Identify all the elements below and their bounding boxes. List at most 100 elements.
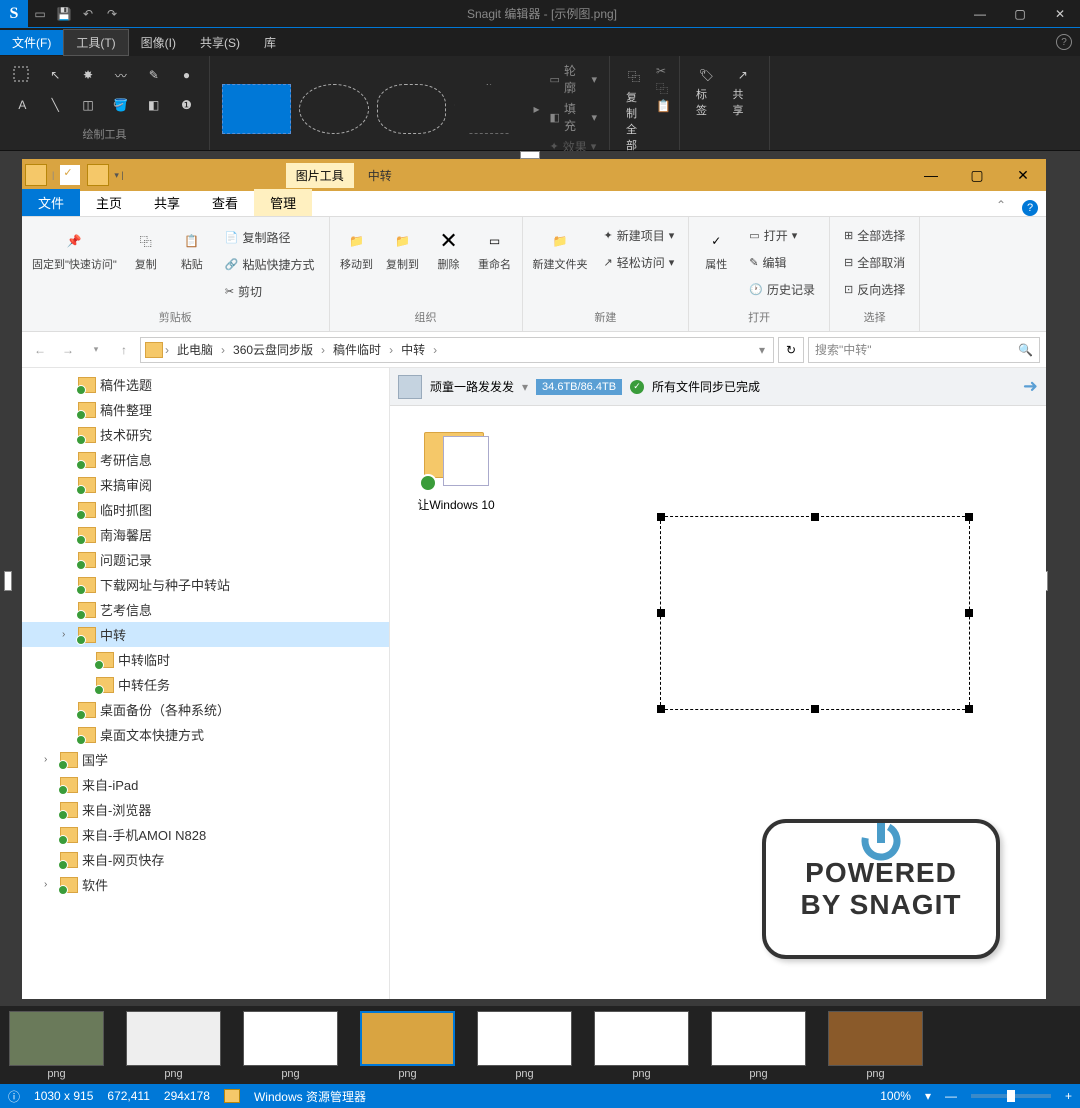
qat-undo-icon[interactable]: ↶ bbox=[79, 5, 97, 23]
ribbon-delete[interactable]: ✕删除 bbox=[426, 221, 472, 307]
copy-icon2[interactable]: ⿻ bbox=[656, 80, 671, 97]
tree-item[interactable]: 稿件整理 bbox=[22, 397, 389, 422]
info-icon[interactable]: ⓘ bbox=[8, 1088, 20, 1105]
menu-library[interactable]: 库 bbox=[252, 30, 288, 55]
ribbon-rename[interactable]: ▭重命名 bbox=[472, 221, 518, 307]
ribbon-tab-home[interactable]: 主页 bbox=[80, 189, 138, 216]
paste-icon[interactable]: 📋 bbox=[656, 99, 671, 113]
ribbon-open[interactable]: ▭ 打开 ▾ bbox=[745, 225, 819, 246]
nav-up-icon[interactable]: ↑ bbox=[112, 338, 136, 362]
file-list[interactable]: 让Windows 10 POWERED BY SNAGIT bbox=[390, 406, 1046, 999]
style-preview-3[interactable] bbox=[377, 84, 446, 134]
exp-maximize-button[interactable]: ▢ bbox=[954, 159, 1000, 191]
tool-arrow-icon[interactable]: ↖ bbox=[41, 60, 70, 90]
thumbnail[interactable]: png bbox=[589, 1011, 694, 1080]
tree-item[interactable]: 来自-iPad bbox=[22, 772, 389, 797]
style-preview-4[interactable] bbox=[454, 84, 523, 134]
tree-item[interactable]: 中转临时 bbox=[22, 647, 389, 672]
address-box[interactable]: › 此电脑› 360云盘同步版› 稿件临时› 中转› ▾ bbox=[140, 337, 774, 363]
qat-redo-icon[interactable]: ↷ bbox=[103, 5, 121, 23]
crumb-1[interactable]: 360云盘同步版 bbox=[227, 341, 319, 358]
search-input[interactable]: 搜索"中转" 🔍 bbox=[808, 337, 1040, 363]
nav-history-icon[interactable]: ▾ bbox=[84, 338, 108, 362]
crumb-3[interactable]: 中转 bbox=[395, 341, 431, 358]
refresh-icon[interactable]: ↻ bbox=[778, 337, 804, 363]
style-outline[interactable]: ▭ 轮廓 ▾ bbox=[546, 60, 601, 98]
tool-erase-icon[interactable]: ◧ bbox=[139, 90, 168, 120]
ribbon-collapse-icon[interactable]: ⌃ bbox=[988, 194, 1014, 216]
tree-item[interactable]: 稿件选题 bbox=[22, 372, 389, 397]
tool-pen-icon[interactable]: 〰 bbox=[106, 60, 135, 90]
ribbon-new-item[interactable]: ✦ 新建项目 ▾ bbox=[600, 225, 679, 246]
snagit-stamp[interactable]: POWERED BY SNAGIT bbox=[762, 819, 1000, 959]
explorer-qat-icon[interactable] bbox=[59, 164, 81, 186]
tool-step-icon[interactable]: ❶ bbox=[172, 90, 201, 120]
minimize-button[interactable]: — bbox=[960, 0, 1000, 28]
ribbon-move-to[interactable]: 📁移动到 bbox=[334, 221, 380, 307]
thumbnail[interactable]: png bbox=[472, 1011, 577, 1080]
ribbon-select-all[interactable]: ⊞ 全部选择 bbox=[840, 225, 909, 246]
cut-icon[interactable]: ✂ bbox=[656, 64, 671, 78]
tool-shape-icon[interactable]: ◫ bbox=[74, 90, 103, 120]
menu-tools[interactable]: 工具(T) bbox=[63, 29, 128, 56]
ribbon-easy-access[interactable]: ↗ 轻松访问 ▾ bbox=[600, 252, 679, 273]
explorer-qat-icon2[interactable] bbox=[87, 164, 109, 186]
ribbon-select-none[interactable]: ⊟ 全部取消 bbox=[840, 252, 909, 273]
thumbnail[interactable]: png bbox=[823, 1011, 928, 1080]
thumbnail[interactable]: png bbox=[355, 1011, 460, 1080]
tree-item[interactable]: 来搞审阅 bbox=[22, 472, 389, 497]
ribbon-select-invert[interactable]: ⊡ 反向选择 bbox=[840, 279, 909, 300]
zoom-dropdown-icon[interactable]: ▾ bbox=[925, 1089, 931, 1103]
ribbon-help-icon[interactable]: ? bbox=[1022, 200, 1038, 216]
style-preview-1[interactable] bbox=[222, 84, 291, 134]
tree-item[interactable]: ›中转 bbox=[22, 622, 389, 647]
tree-item[interactable]: 南海馨居 bbox=[22, 522, 389, 547]
ribbon-history[interactable]: 🕐 历史记录 bbox=[745, 279, 819, 300]
tree-item[interactable]: 来自-网页快存 bbox=[22, 847, 389, 872]
tool-select-icon[interactable] bbox=[8, 60, 37, 90]
zoom-slider[interactable] bbox=[971, 1094, 1051, 1098]
tree-item[interactable]: 中转任务 bbox=[22, 672, 389, 697]
thumbnail[interactable]: png bbox=[121, 1011, 226, 1080]
ribbon-paste-shortcut[interactable]: 🔗 粘贴快捷方式 bbox=[221, 254, 319, 275]
crumb-2[interactable]: 稿件临时 bbox=[327, 341, 387, 358]
ribbon-paste[interactable]: 📋粘贴 bbox=[169, 221, 215, 307]
tree-item[interactable]: ›国学 bbox=[22, 747, 389, 772]
ribbon-copy-path[interactable]: 📄 复制路径 bbox=[221, 227, 319, 248]
tree-item[interactable]: ›软件 bbox=[22, 872, 389, 897]
maximize-button[interactable]: ▢ bbox=[1000, 0, 1040, 28]
thumbnail[interactable]: png bbox=[4, 1011, 109, 1080]
qat-save-icon[interactable]: 💾 bbox=[55, 5, 73, 23]
tree-item[interactable]: 下载网址与种子中转站 bbox=[22, 572, 389, 597]
menu-image[interactable]: 图像(I) bbox=[129, 30, 188, 55]
style-fill[interactable]: ◧ 填充 ▾ bbox=[546, 98, 601, 136]
style-preview-2[interactable] bbox=[299, 84, 368, 134]
tool-text-icon[interactable]: A bbox=[8, 90, 37, 120]
tree-item[interactable]: 来自-浏览器 bbox=[22, 797, 389, 822]
explorer-folder-icon[interactable] bbox=[25, 164, 47, 186]
tool-line-icon[interactable]: ╲ bbox=[41, 90, 70, 120]
ribbon-tab-file[interactable]: 文件 bbox=[22, 189, 80, 216]
taskbar-folder-icon[interactable] bbox=[224, 1089, 240, 1103]
user-avatar-icon[interactable] bbox=[398, 375, 422, 399]
nav-fwd-icon[interactable]: → bbox=[56, 338, 80, 362]
close-button[interactable]: ✕ bbox=[1040, 0, 1080, 28]
tool-highlight-icon[interactable]: ✎ bbox=[139, 60, 168, 90]
tree-item[interactable]: 来自-手机AMOI N828 bbox=[22, 822, 389, 847]
ribbon-tab-view[interactable]: 查看 bbox=[196, 189, 254, 216]
ribbon-pin[interactable]: 📌固定到"快速访问" bbox=[26, 221, 123, 307]
tree-item[interactable]: 桌面备份（各种系统） bbox=[22, 697, 389, 722]
tag-button[interactable]: 🏷 标签 bbox=[688, 64, 725, 122]
exp-close-button[interactable]: ✕ bbox=[1000, 159, 1046, 191]
tree-item[interactable]: 技术研究 bbox=[22, 422, 389, 447]
selection-marquee[interactable] bbox=[660, 516, 970, 710]
canvas-handle-top[interactable] bbox=[520, 151, 540, 159]
image-tools-tab[interactable]: 图片工具 bbox=[286, 163, 354, 188]
ribbon-copy-to[interactable]: 📁复制到 bbox=[380, 221, 426, 307]
thumbnail-tray[interactable]: pngpngpngpngpngpngpngpng bbox=[0, 1006, 1080, 1084]
ribbon-tab-share[interactable]: 共享 bbox=[138, 189, 196, 216]
tree-item[interactable]: 考研信息 bbox=[22, 447, 389, 472]
sync-arrow-icon[interactable]: ➜ bbox=[1023, 376, 1038, 397]
thumbnail[interactable]: png bbox=[238, 1011, 343, 1080]
qat-new-icon[interactable]: ▭ bbox=[31, 5, 49, 23]
